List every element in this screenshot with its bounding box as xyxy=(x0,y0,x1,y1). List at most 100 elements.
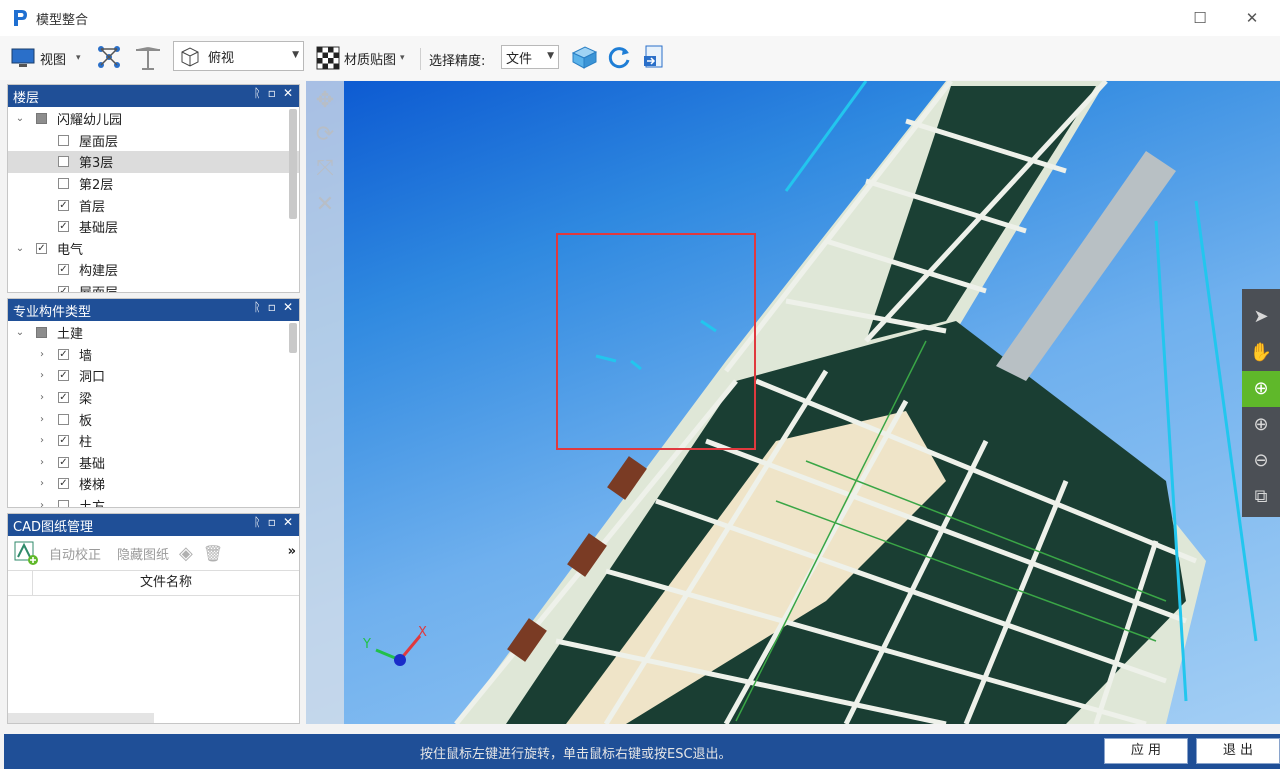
refresh-icon[interactable] xyxy=(606,44,632,70)
apply-button[interactable]: 应 用 xyxy=(1104,738,1188,764)
tree-item-label: 首层 xyxy=(79,199,106,215)
hand-pan-icon[interactable]: ✋ xyxy=(1242,335,1280,371)
chevron-icon[interactable]: ⌄ xyxy=(14,327,26,338)
tree-item[interactable]: ✓ 屋面层 xyxy=(8,281,299,292)
zoom-extents-icon[interactable]: ⤧ xyxy=(312,156,338,182)
tree-checkbox[interactable] xyxy=(58,500,69,507)
tree-item[interactable]: ⌄ ✓ 电气 xyxy=(8,238,299,260)
maximize-button[interactable]: ☐ xyxy=(1180,6,1220,30)
tree-checkbox[interactable]: ✓ xyxy=(58,221,69,233)
close-icon[interactable]: ✕ xyxy=(283,86,293,100)
chevron-icon[interactable]: › xyxy=(36,370,48,381)
chevron-icon[interactable]: › xyxy=(36,392,48,403)
pin-icon[interactable]: ᚱ xyxy=(254,515,261,529)
tree-item[interactable]: ✓ 构建层 xyxy=(8,259,299,281)
tree-checkbox[interactable]: ✓ xyxy=(58,264,69,276)
tree-checkbox[interactable] xyxy=(58,178,69,190)
more-button[interactable]: » xyxy=(288,544,296,559)
checkerboard-icon xyxy=(316,46,340,70)
tree-checkbox[interactable] xyxy=(36,113,47,125)
tree-item[interactable]: › ✓ 梁 xyxy=(8,387,299,409)
tree-checkbox[interactable]: ✓ xyxy=(58,348,69,360)
cross-section-icon[interactable]: ✕ xyxy=(312,192,338,218)
file-name-column-header[interactable]: 文件名称 xyxy=(33,571,299,595)
exit-button[interactable]: 退 出 xyxy=(1196,738,1280,764)
tree-item[interactable]: › ✓ 柱 xyxy=(8,430,299,452)
tree-item[interactable]: 屋面层 xyxy=(8,130,299,152)
tree-item-label: 屋面层 xyxy=(79,134,119,150)
axis-gizmo: X Y xyxy=(362,625,427,666)
tree-item[interactable]: 第2层 xyxy=(8,173,299,195)
pan-move-icon[interactable]: ✥ xyxy=(312,88,338,114)
tree-item[interactable]: › ✓ 洞口 xyxy=(8,365,299,387)
types-scrollbar[interactable] xyxy=(289,323,297,353)
tree-checkbox[interactable]: ✓ xyxy=(58,286,69,292)
view-mode-select[interactable]: 俯视 ▼ xyxy=(173,41,304,71)
view-menu-label: 视图 xyxy=(40,52,67,68)
delete-trash-icon[interactable]: 🗑 xyxy=(203,544,223,563)
layers-icon[interactable]: ◈ xyxy=(179,543,193,564)
floors-scrollbar[interactable] xyxy=(289,109,297,219)
tree-checkbox[interactable]: ✓ xyxy=(58,435,69,447)
float-window-icon[interactable]: ▫ xyxy=(268,86,276,100)
zoom-out-icon[interactable]: ⊖ xyxy=(1242,443,1280,479)
zoom-window-icon[interactable]: ⧉ xyxy=(1242,479,1280,515)
auto-correct-button[interactable]: 自动校正 xyxy=(49,544,101,563)
chevron-icon[interactable]: › xyxy=(36,414,48,425)
tree-checkbox[interactable] xyxy=(58,413,69,425)
orbit-rotate-icon[interactable]: ⊕ xyxy=(1242,371,1280,407)
zoom-in-icon[interactable]: ⊕ xyxy=(1242,407,1280,443)
tree-item-label: 电气 xyxy=(57,242,84,258)
monitor-icon xyxy=(11,48,35,67)
precision-select[interactable]: 文件 ▼ xyxy=(501,45,559,69)
tree-checkbox[interactable] xyxy=(58,156,69,168)
float-window-icon[interactable]: ▫ xyxy=(268,515,276,529)
model-3d-viewport[interactable] xyxy=(306,81,1280,724)
chevron-icon[interactable]: › xyxy=(36,500,48,507)
tree-item[interactable]: › ✓ 楼梯 xyxy=(8,473,299,495)
chevron-icon[interactable]: › xyxy=(36,457,48,468)
tree-checkbox[interactable]: ✓ xyxy=(58,199,69,211)
hide-drawing-button[interactable]: 隐藏图纸 xyxy=(117,544,169,563)
chevron-icon[interactable]: ⌄ xyxy=(14,113,26,124)
tree-checkbox[interactable] xyxy=(58,134,69,146)
chevron-icon[interactable]: ⌄ xyxy=(14,243,26,254)
tree-item[interactable]: ⌄ 土建 xyxy=(8,322,299,344)
selection-box-icon[interactable] xyxy=(570,44,598,70)
tree-item[interactable]: ⌄ 闪耀幼儿园 xyxy=(8,108,299,130)
tree-item[interactable]: 第3层 xyxy=(8,151,299,173)
chevron-icon[interactable]: › xyxy=(36,478,48,489)
close-icon[interactable]: ✕ xyxy=(283,515,293,529)
export-document-icon[interactable] xyxy=(642,44,666,70)
close-icon[interactable]: ✕ xyxy=(283,300,293,314)
tree-checkbox[interactable]: ✓ xyxy=(36,242,47,254)
material-texture-button[interactable]: 材质贴图 ▾ xyxy=(316,44,405,72)
close-button[interactable]: ✕ xyxy=(1232,6,1272,30)
tree-checkbox[interactable]: ✓ xyxy=(58,456,69,468)
types-panel-title: 专业构件类型 xyxy=(13,304,92,320)
tree-item[interactable]: › ✓ 基础 xyxy=(8,452,299,474)
pin-icon[interactable]: ᚱ xyxy=(254,86,261,100)
pin-icon[interactable]: ᚱ xyxy=(254,300,261,314)
add-drawing-icon[interactable] xyxy=(13,540,39,566)
tree-checkbox[interactable]: ✓ xyxy=(58,370,69,382)
select-pointer-icon[interactable]: ➤ xyxy=(1242,299,1280,335)
chevron-icon[interactable]: › xyxy=(36,435,48,446)
view-menu-button[interactable]: 视图 ▾ xyxy=(10,44,81,72)
tree-item[interactable]: › ✓ 墙 xyxy=(8,344,299,366)
tree-item[interactable]: ✓ 基础层 xyxy=(8,216,299,238)
float-window-icon[interactable]: ▫ xyxy=(268,300,276,314)
tree-item[interactable]: ✓ 首层 xyxy=(8,194,299,216)
tower-crane-icon[interactable] xyxy=(134,44,162,70)
tree-checkbox[interactable]: ✓ xyxy=(58,392,69,404)
tree-item[interactable]: › 土方 xyxy=(8,495,299,507)
tree-checkbox[interactable]: ✓ xyxy=(58,478,69,490)
tree-checkbox[interactable] xyxy=(36,327,47,339)
row-index-header xyxy=(8,571,33,595)
chevron-icon[interactable]: › xyxy=(36,349,48,360)
structure-grid-icon[interactable] xyxy=(96,44,122,70)
cad-horizontal-scrollbar[interactable] xyxy=(8,713,154,723)
tree-item-label: 板 xyxy=(79,413,93,429)
rotate-icon[interactable]: ⟳ xyxy=(312,122,338,148)
tree-item[interactable]: › 板 xyxy=(8,408,299,430)
